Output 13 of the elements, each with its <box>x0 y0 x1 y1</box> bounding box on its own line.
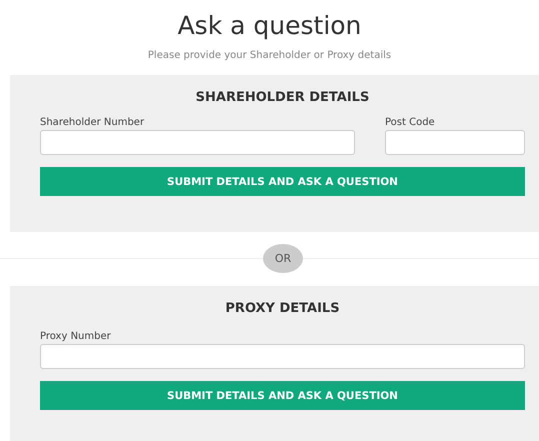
input-field[interactable] <box>40 130 355 155</box>
submit-button[interactable]: SUBMIT DETAILS AND ASK A QUESTION <box>40 167 525 196</box>
field-label: Proxy Number <box>40 330 112 343</box>
input-field[interactable] <box>385 130 525 155</box>
submit-button[interactable]: SUBMIT DETAILS AND ASK A QUESTION <box>40 381 525 410</box>
or-badge: OR <box>263 244 303 273</box>
page-title: Ask a question <box>176 10 362 42</box>
field-label: Post Code <box>385 116 436 129</box>
section-heading: PROXY DETAILS <box>224 300 341 318</box>
section-heading: SHAREHOLDER DETAILS <box>194 89 370 107</box>
page-subtitle: Please provide your Shareholder or Proxy details <box>146 50 392 63</box>
field-label: Shareholder Number <box>40 116 146 129</box>
input-field[interactable] <box>40 344 525 369</box>
